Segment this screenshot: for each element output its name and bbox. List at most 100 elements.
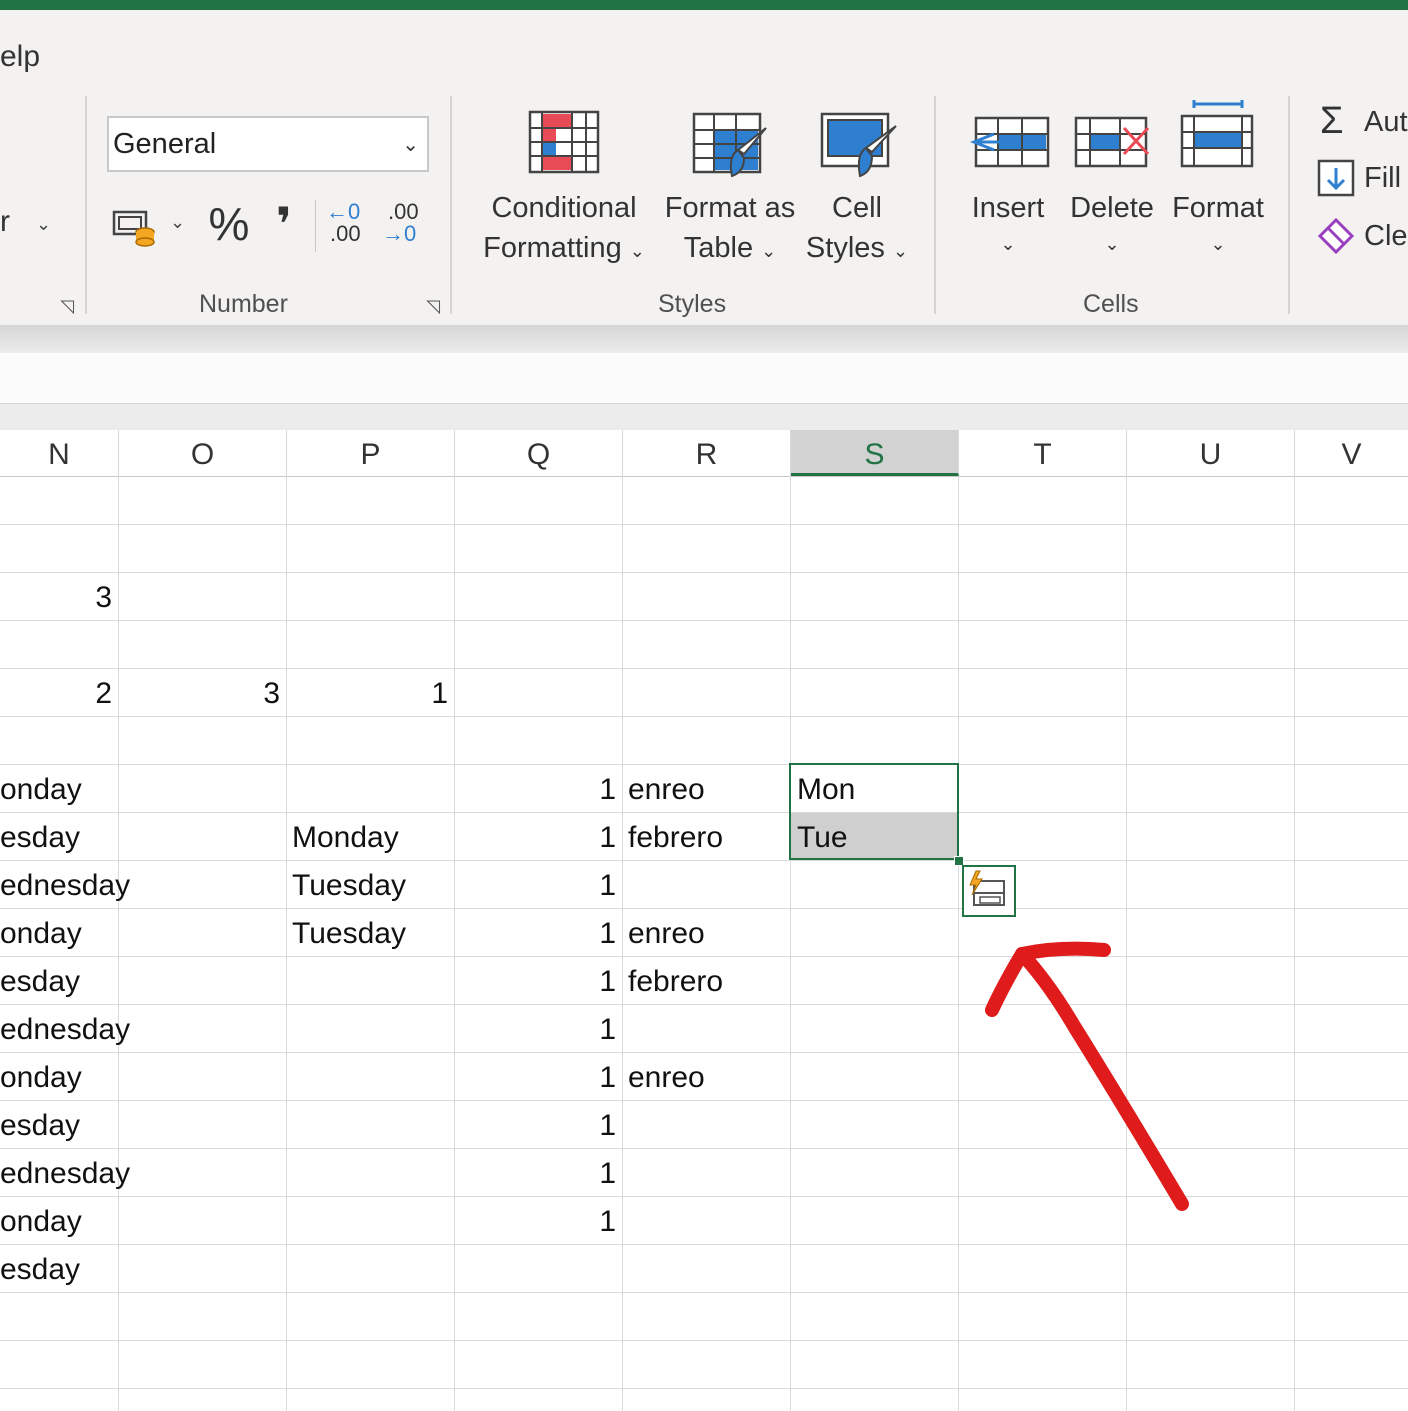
annotation-arrow-icon	[985, 941, 1189, 1211]
chevron-down-icon[interactable]: ⌄	[36, 214, 51, 235]
cell-n5[interactable]: 2	[0, 668, 112, 716]
cell-q8[interactable]: 1	[455, 812, 616, 860]
cell-q11[interactable]: 1	[455, 956, 616, 1004]
number-dialog-launcher-icon[interactable]: ◹	[423, 296, 443, 316]
gridline	[1294, 476, 1295, 1411]
fill-button[interactable]: Fill	[1316, 158, 1408, 202]
gridline	[958, 476, 959, 1411]
decrease-decimal-bottom: →0	[382, 221, 417, 246]
separator	[315, 200, 316, 252]
format-as-table-label-1: Format as	[664, 192, 796, 224]
delete-label: Delete	[1070, 192, 1154, 224]
delete-button[interactable]: Delete ⌄	[1066, 104, 1158, 274]
cell-n11[interactable]: esday	[0, 956, 80, 1004]
cell-r7[interactable]: enreo	[628, 764, 705, 812]
percent-style-button[interactable]: %	[205, 196, 253, 252]
chevron-down-icon[interactable]: ⌄	[170, 212, 185, 233]
cell-o5[interactable]: 3	[119, 668, 280, 716]
cell-r13[interactable]: enreo	[628, 1052, 705, 1100]
autosum-label: Aut	[1364, 106, 1408, 138]
cell-styles-button[interactable]: Cell Styles ⌄	[802, 104, 912, 274]
cell-q12[interactable]: 1	[455, 1004, 616, 1052]
cell-q14[interactable]: 1	[455, 1100, 616, 1148]
insert-button[interactable]: Insert ⌄	[964, 104, 1052, 274]
comma-style-button[interactable]: ❜	[266, 196, 302, 252]
cell-r11[interactable]: febrero	[628, 956, 723, 1004]
cell-n9[interactable]: ednesday	[0, 860, 130, 908]
chevron-down-icon: ⌄	[892, 241, 909, 261]
cell-n15[interactable]: ednesday	[0, 1148, 130, 1196]
alignment-dialog-launcher-icon[interactable]: ◹	[57, 296, 77, 316]
gridline	[0, 860, 1408, 861]
cell-n12[interactable]: ednesday	[0, 1004, 130, 1052]
flash-fill-options-button[interactable]	[962, 865, 1016, 917]
group-separator	[934, 96, 936, 314]
conditional-formatting-button[interactable]: Conditional Formatting ⌄	[476, 104, 652, 274]
gridline	[0, 1244, 1408, 1245]
increase-decimal-button[interactable]: ←0 .00	[326, 200, 370, 250]
chevron-down-icon: ⌄	[1104, 234, 1120, 254]
cell-n3[interactable]: 3	[0, 572, 112, 620]
cell-n16[interactable]: onday	[0, 1196, 82, 1244]
chevron-down-icon[interactable]: ⌄	[402, 132, 419, 157]
format-label: Format	[1172, 192, 1264, 224]
column-header-p[interactable]: P	[287, 430, 455, 476]
column-header-n[interactable]: N	[0, 430, 119, 476]
conditional-formatting-text-2: Formatting	[483, 232, 622, 264]
cell-q13[interactable]: 1	[455, 1052, 616, 1100]
autosum-icon: Σ	[1320, 100, 1344, 142]
cell-n13[interactable]: onday	[0, 1052, 82, 1100]
group-separator	[450, 96, 452, 314]
formula-bar[interactable]	[0, 353, 1408, 404]
format-as-table-icon	[692, 110, 772, 182]
column-header-q[interactable]: Q	[455, 430, 623, 476]
cell-p9[interactable]: Tuesday	[292, 860, 406, 908]
title-bar-accent	[0, 0, 1408, 10]
format-as-table-text-2: Table	[683, 232, 754, 264]
cell-r10[interactable]: enreo	[628, 908, 705, 956]
alignment-partial-label[interactable]: r	[0, 205, 10, 239]
column-header-r[interactable]: R	[623, 430, 791, 476]
column-header-t[interactable]: T	[959, 430, 1127, 476]
gridline	[0, 620, 1408, 621]
chevron-down-icon: ⌄	[761, 241, 777, 261]
cell-q9[interactable]: 1	[455, 860, 616, 908]
column-header-s[interactable]: S	[791, 430, 959, 476]
column-header-v[interactable]: V	[1295, 430, 1408, 476]
cell-n8[interactable]: esday	[0, 812, 80, 860]
format-button[interactable]: Format ⌄	[1170, 96, 1266, 274]
format-as-table-button[interactable]: Format as Table ⌄	[660, 104, 800, 274]
insert-label: Insert	[971, 192, 1045, 224]
gridline	[790, 476, 791, 1411]
gridline	[0, 1340, 1408, 1341]
fill-down-icon	[1316, 158, 1356, 198]
cell-n14[interactable]: esday	[0, 1100, 80, 1148]
cell-p8[interactable]: Monday	[292, 812, 399, 860]
accounting-format-icon[interactable]	[110, 205, 160, 249]
conditional-formatting-icon	[528, 110, 600, 174]
column-header-u[interactable]: U	[1127, 430, 1295, 476]
cell-q10[interactable]: 1	[455, 908, 616, 956]
fill-label: Fill	[1364, 162, 1402, 194]
number-format-combobox[interactable]: General ⌄	[107, 116, 429, 172]
gridline	[622, 476, 623, 1411]
cell-q7[interactable]: 1	[455, 764, 616, 812]
cell-q16[interactable]: 1	[455, 1196, 616, 1244]
help-tab[interactable]: elp	[0, 40, 40, 74]
clear-label: Cle	[1364, 220, 1408, 252]
cell-n10[interactable]: onday	[0, 908, 82, 956]
gridline	[0, 1388, 1408, 1389]
cell-r8[interactable]: febrero	[628, 812, 723, 860]
column-header-o[interactable]: O	[119, 430, 287, 476]
flash-fill-icon	[969, 870, 1005, 906]
cell-q15[interactable]: 1	[455, 1148, 616, 1196]
autosum-button[interactable]: Σ Aut	[1316, 100, 1408, 146]
decrease-decimal-button[interactable]: .00 →0	[382, 200, 426, 250]
cell-p10[interactable]: Tuesday	[292, 908, 406, 956]
cell-n7[interactable]: onday	[0, 764, 82, 812]
cell-p5[interactable]: 1	[287, 668, 448, 716]
selection-border	[789, 763, 959, 860]
cell-n17[interactable]: esday	[0, 1244, 80, 1292]
clear-button[interactable]: Cle	[1316, 214, 1408, 258]
cell-styles-icon	[820, 110, 900, 182]
